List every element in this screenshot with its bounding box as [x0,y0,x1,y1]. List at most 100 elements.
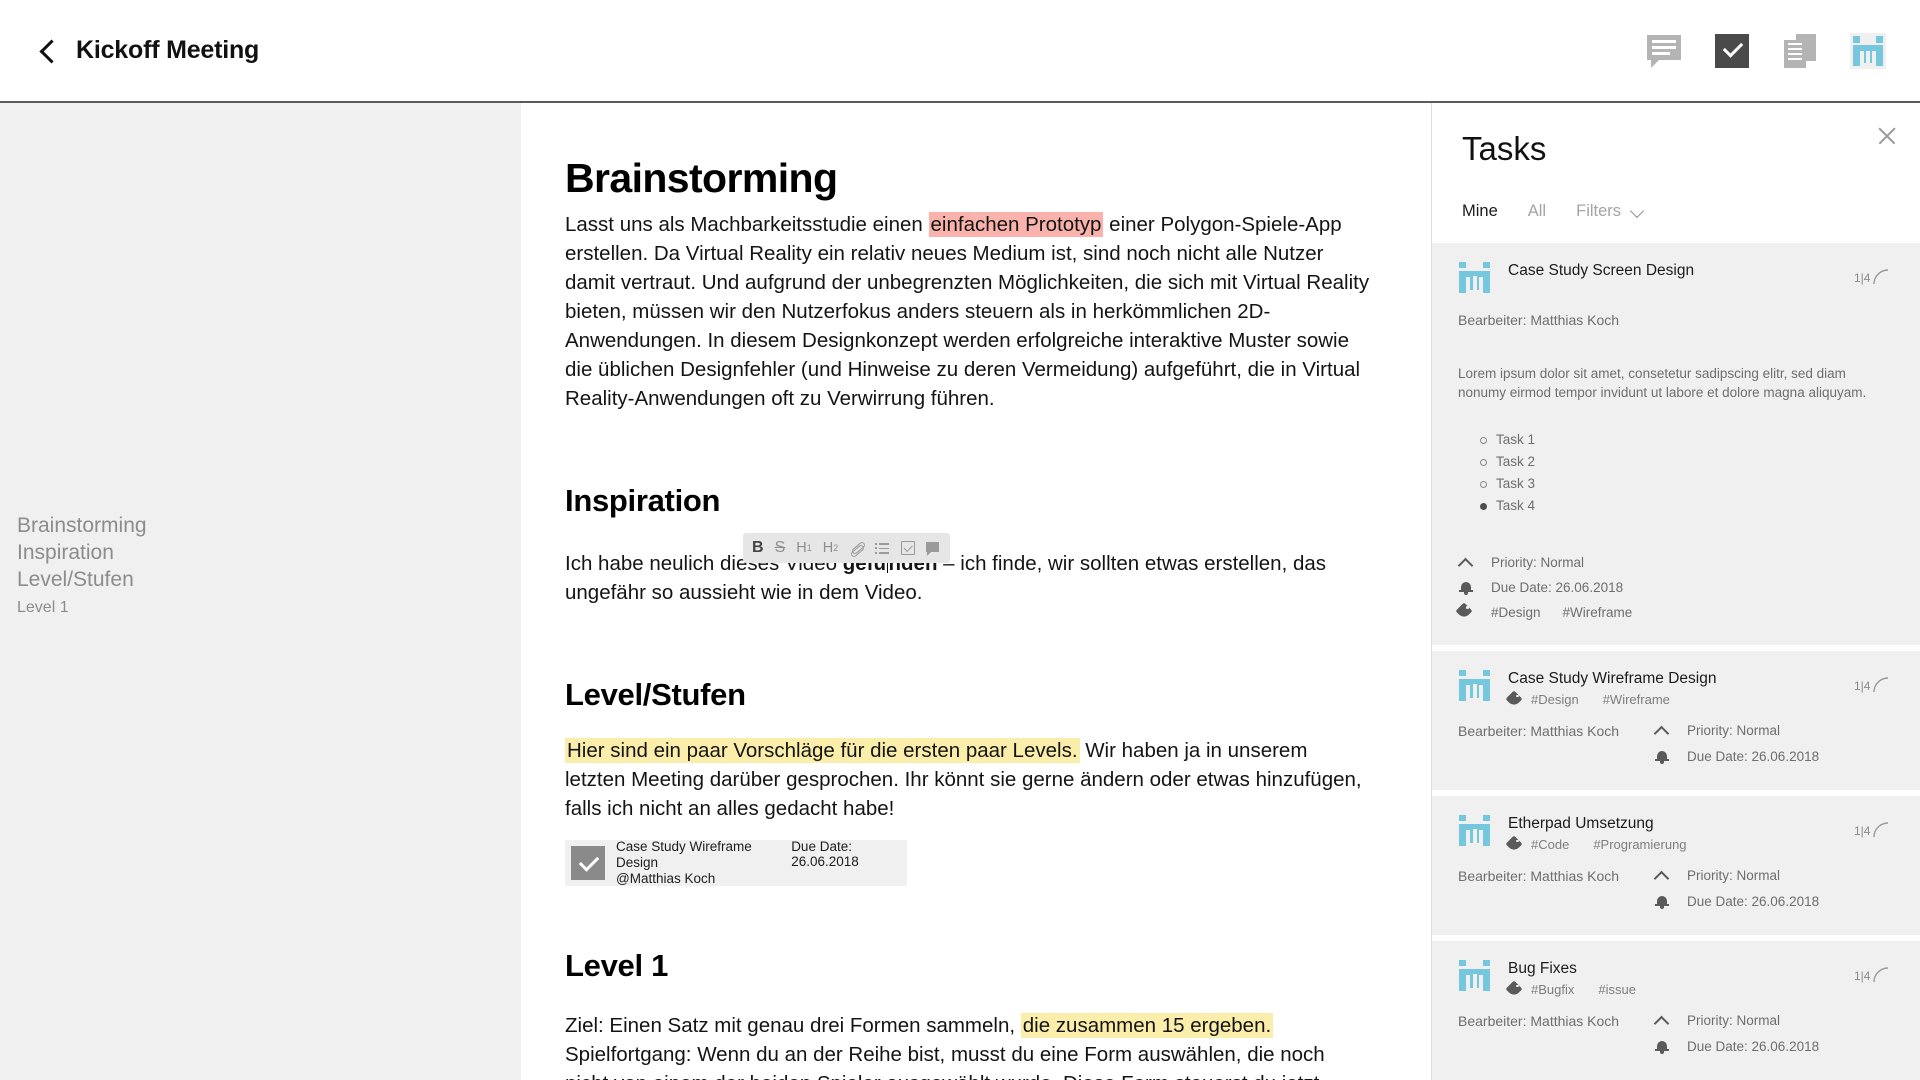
outline-item-level-1[interactable]: Level 1 [17,595,147,620]
task-tag[interactable]: #Design [1531,692,1579,707]
outline-list: Brainstorming Inspiration Level/Stufen L… [17,512,147,620]
task-priority: Priority: Normal [1687,723,1781,738]
heading-level-stufen: Level/Stufen [565,677,746,712]
section-inspiration: Inspiration B S H1 H2 Ich habe neulich d… [565,483,1371,607]
heading1-button[interactable]: H1 [796,533,812,563]
paragraph-level-1[interactable]: Ziel: Einen Satz mit genau drei Formen s… [565,1011,1371,1080]
chevron-down-icon [1631,205,1644,218]
task-logo-icon [1458,959,1491,992]
outline-item-inspiration[interactable]: Inspiration [17,539,147,566]
tag-icon [1508,838,1522,851]
task-assignee: Bearbeiter: Matthias Koch [1458,723,1620,739]
task-due-row: Due Date: 26.06.2018 [1654,1036,1894,1057]
h1-subscript: 1 [806,542,812,553]
task-tag[interactable]: #Wireframe [1603,692,1670,707]
task-due-date: Due Date: 26.06.2018 [1491,580,1624,595]
comment-button[interactable] [926,533,941,563]
task-card[interactable]: Bug Fixes #Bugfix #issue 1|4 Bearbeiter:… [1432,941,1920,1080]
subtask-item[interactable]: Task 1 [1480,429,1894,451]
priority-chevron-up-icon [1458,555,1474,571]
task-title: Case Study Wireframe Design [1508,670,1717,687]
task-priority: Priority: Normal [1491,555,1585,570]
task-card[interactable]: Case Study Wireframe Design #Design #Wir… [1432,651,1920,790]
link-icon [849,541,864,556]
task-tag[interactable]: #Wireframe [1563,602,1633,623]
back-button[interactable]: Kickoff Meeting [36,36,259,65]
tasks-button[interactable] [1710,29,1754,73]
subtask-bullet-icon [1480,458,1487,466]
checkbox-icon [901,541,916,555]
highlight-yellow-level1: die zusammen 15 ergeben. [1020,1013,1274,1038]
text-before-highlight-level1: Ziel: Einen Satz mit genau drei Formen s… [565,1014,1021,1037]
task-logo-icon [1458,669,1491,702]
subtask-item[interactable]: Task 4 [1480,495,1894,517]
paragraph-level-stufen[interactable]: Hier sind ein paar Vorschläge für die er… [565,736,1371,823]
task-logo-icon [1458,261,1491,294]
documents-button[interactable] [1778,29,1822,73]
bullet-list-button[interactable] [875,533,890,563]
task-due-row: Due Date: 26.06.2018 [1458,577,1894,598]
text-after-highlight: einer Polygon-Spiele-App erstellen. Da V… [565,213,1370,410]
paragraph-brainstorming[interactable]: Lasst uns als Machbarkeitsstudie einen e… [565,210,1371,413]
task-tag[interactable]: #Bugfix [1531,982,1574,997]
close-icon[interactable] [1876,125,1898,147]
tasks-panel: Tasks Mine All Filters Case Study Screen… [1431,103,1920,1080]
task-card[interactable]: Case Study Screen Design 1|4 Bearbeiter:… [1432,243,1920,645]
subtask-label: Task 2 [1496,454,1536,469]
bell-icon [1458,580,1474,596]
task-tag[interactable]: #Code [1531,837,1569,852]
subtask-bullet-icon [1480,436,1487,444]
paragraph-inspiration[interactable]: Ich habe neulich dieses Video gefu nden –… [565,549,1371,607]
heading2-button[interactable]: H2 [823,533,839,563]
outline-sidebar: Brainstorming Inspiration Level/Stufen L… [0,103,521,1080]
document-page[interactable]: Brainstorming Lasst uns als Machbarkeits… [521,103,1431,1080]
task-priority-row: Priority: Normal [1458,552,1894,573]
link-button[interactable] [849,533,864,563]
tab-filters[interactable]: Filters [1576,202,1644,221]
formatting-toolbar[interactable]: B S H1 H2 [743,533,951,563]
subtask-bullet-icon [1480,502,1487,510]
task-card[interactable]: Etherpad Umsetzung #Code #Programierung … [1432,796,1920,935]
app-logo-button[interactable] [1846,29,1890,73]
task-progress-text: 1|4 [1854,679,1871,693]
tag-icon [1458,605,1474,621]
task-tag[interactable]: #issue [1598,982,1636,997]
bold-button[interactable]: B [752,533,764,563]
bell-icon [1654,1039,1670,1055]
strikethrough-button[interactable]: S [775,533,786,563]
section-brainstorming: Brainstorming Lasst uns als Machbarkeits… [565,155,1371,413]
h2-subscript: 2 [833,542,839,553]
task-subtask-list: Task 1 Task 2 Task 3 Task 4 [1480,429,1894,517]
subtask-bullet-icon [1480,480,1487,488]
outline-item-brainstorming[interactable]: Brainstorming [17,512,147,539]
app-logo-icon [1850,32,1886,69]
tab-all[interactable]: All [1528,202,1546,221]
comments-button[interactable] [1642,29,1686,73]
filters-label: Filters [1576,202,1622,220]
task-due-date: Due Date: 26.06.2018 [1687,894,1820,909]
task-card-header: Case Study Screen Design [1458,261,1894,294]
inline-task-due-date: Due Date: 26.06.2018 [791,839,859,869]
tag-icon [1508,693,1522,706]
subtask-item[interactable]: Task 2 [1480,451,1894,473]
task-due-date: Due Date: 26.06.2018 [1687,1039,1820,1054]
inline-task-chip[interactable]: Case Study Wireframe Design @Matthias Ko… [565,839,907,886]
heading-brainstorming: Brainstorming [565,155,838,201]
checkbox-button[interactable] [901,533,916,563]
inline-task-checkbox[interactable] [571,846,605,880]
text-after-highlight-level1: Spielfortgang: Wenn du an der Reihe bist… [565,1043,1325,1080]
task-tag[interactable]: #Programierung [1593,837,1686,852]
tab-mine[interactable]: Mine [1462,202,1498,221]
subtask-item[interactable]: Task 3 [1480,473,1894,495]
task-priority: Priority: Normal [1687,868,1781,883]
section-level-stufen: Level/Stufen Hier sind ein paar Vorschlä… [565,677,1371,886]
tag-icon [1508,983,1522,996]
task-tags-row: #Design #Wireframe [1458,602,1894,623]
priority-chevron-up-icon [1654,723,1670,739]
task-tag[interactable]: #Design [1491,602,1541,623]
task-priority: Priority: Normal [1687,1013,1781,1028]
chevron-left-icon [36,40,58,62]
comments-icon [1647,35,1681,68]
outline-item-level-stufen[interactable]: Level/Stufen [17,566,147,593]
subtask-label: Task 4 [1496,498,1536,513]
